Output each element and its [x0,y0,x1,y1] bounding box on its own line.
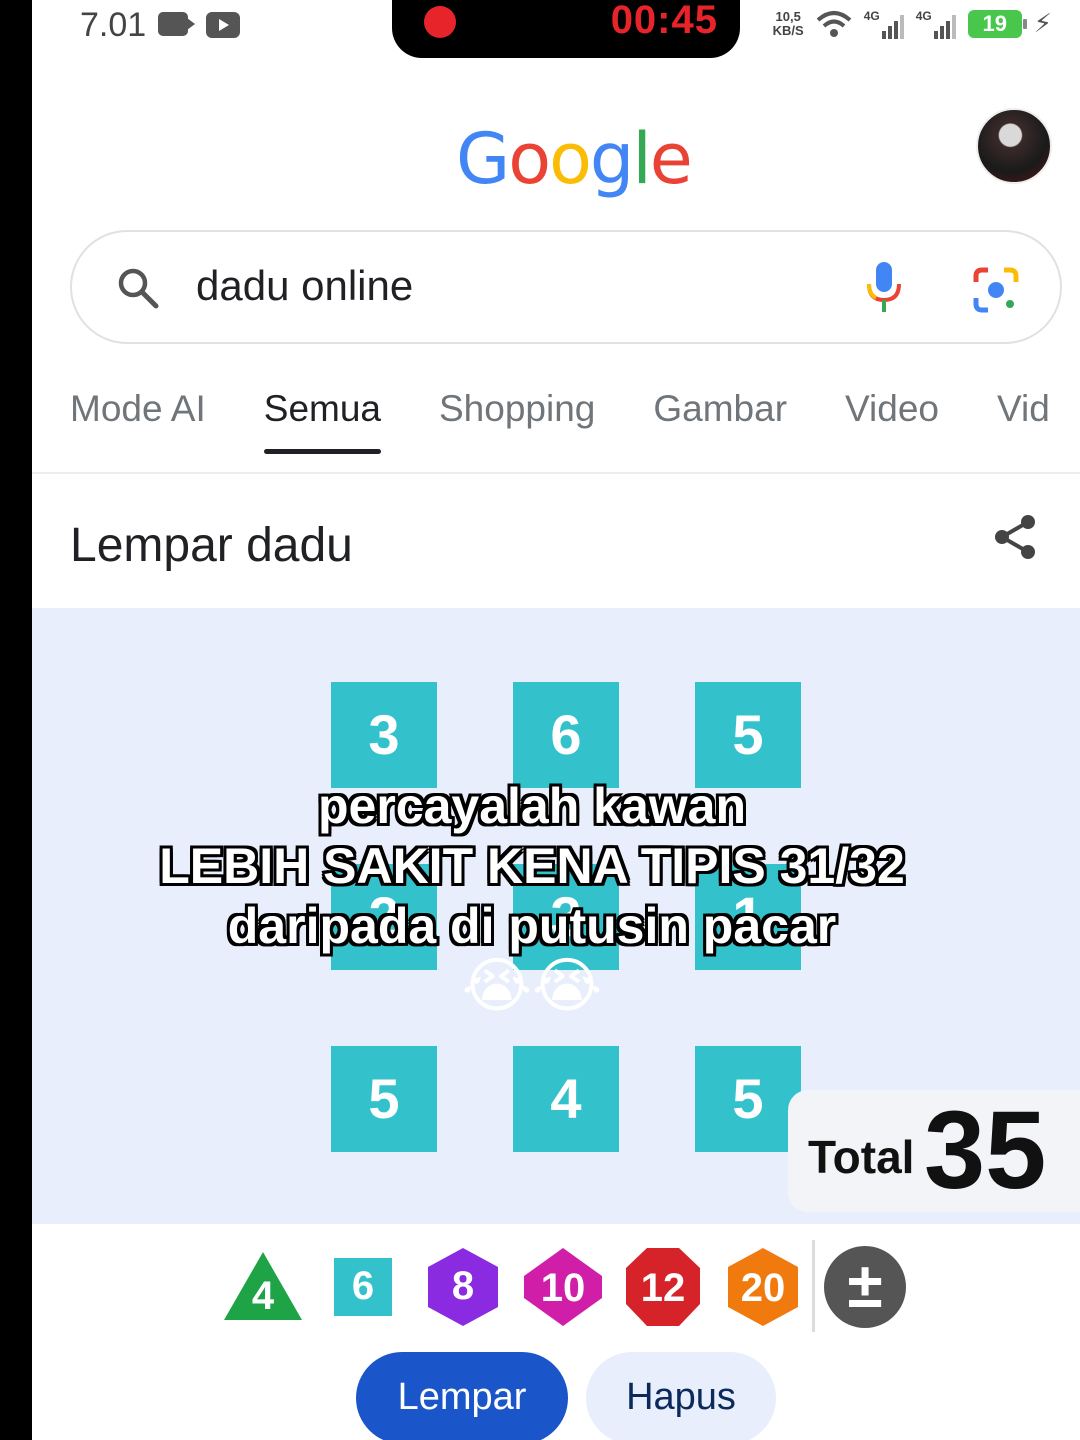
crying-emoji: 😭😭 [461,952,603,1019]
recording-dot-icon [424,6,456,38]
signal-icon-1: 4G [864,9,904,39]
total-value: 35 [924,1089,1047,1212]
tab-vid-truncated[interactable]: Vid [997,388,1050,444]
add-d6-button[interactable]: 6 [322,1248,404,1330]
network-speed-unit: KB/S [772,22,804,38]
tab-semua[interactable]: Semua [263,388,382,454]
recording-timer: 00:45 [610,0,718,42]
die-result[interactable]: 5 [695,682,801,788]
status-right-icons: 10,5 KB/S 4G 4G 19 ⚡ [773,8,1052,39]
battery-icon: 19 [967,9,1027,38]
charging-icon: ⚡ [1033,8,1052,38]
add-d4-button[interactable]: 4 [222,1248,304,1330]
d4-label: 4 [251,1274,275,1318]
d8-label: 8 [451,1264,475,1308]
tab-shopping[interactable]: Shopping [439,388,595,444]
tab-gambar[interactable]: Gambar [653,388,787,444]
card-title: Lempar dadu [70,519,353,572]
signal-2-label: 4G [915,8,932,23]
die-result[interactable]: 5 [695,1046,801,1152]
d6-label: 6 [351,1264,375,1308]
search-input[interactable]: dadu online [196,262,413,310]
wifi-icon [816,10,852,37]
logo-letter: G [456,118,510,200]
tab-video[interactable]: Video [845,388,939,444]
die-result[interactable]: 5 [331,1046,437,1152]
network-speed: 10,5 KB/S [772,8,804,38]
logo-letter: o [508,118,551,200]
signal-1-label: 4G [863,8,880,23]
d10-label: 10 [540,1266,586,1310]
video-caption-overlay: percayalah kawan LEBIH SAKIT KENA TIPIS … [32,776,1032,1016]
share-icon[interactable] [990,512,1040,562]
die-result[interactable]: 4 [513,1046,619,1152]
logo-letter: g [589,118,634,200]
selector-divider [812,1240,815,1332]
logo-letter: e [649,118,693,200]
logo-letter: o [549,118,592,200]
screen-recording-pill[interactable]: 00:45 [392,0,740,58]
clear-button[interactable]: Hapus [586,1352,776,1440]
d20-label: 20 [740,1266,786,1310]
add-d8-button[interactable]: 8 [422,1246,504,1328]
microphone-icon[interactable] [864,260,904,316]
caption-line: percayalah kawan [317,778,747,834]
add-d10-button[interactable]: 10 [522,1246,604,1328]
add-d20-button[interactable]: 20 [722,1246,804,1328]
google-lens-icon[interactable] [972,266,1020,314]
status-time: 7.01 [80,6,147,44]
network-speed-value: 10,5 [775,8,801,24]
account-avatar[interactable] [976,108,1052,184]
signal-icon-2: 4G [916,9,956,39]
youtube-icon [206,12,240,38]
caption-line: daripada di putusin pacar [227,898,837,954]
roll-button[interactable]: Lempar [356,1352,568,1440]
total-label: Total [808,1131,915,1183]
video-camera-icon [158,12,195,36]
caption-line: LEBIH SAKIT KENA TIPIS 31/32 [159,838,905,894]
die-result[interactable]: 6 [513,682,619,788]
total-panel: Total 35 [788,1090,1080,1212]
logo-letter: l [632,118,652,200]
tabs-divider [32,472,1080,474]
google-logo[interactable]: Google [456,118,693,200]
tab-mode-ai[interactable]: Mode AI [70,388,206,444]
status-notification-icons [158,12,240,38]
phone-screen: 7.01 00:45 10,5 KB/S 4G 4G 19 ⚡ Google d… [32,0,1080,1440]
search-tabs: Mode AI Semua Shopping Gambar Video Vid [70,388,1080,454]
custom-die-button[interactable]: ± [824,1246,906,1328]
search-box[interactable]: dadu online [70,230,1062,344]
search-icon [118,268,159,309]
dice-type-selector: 4 6 8 10 12 20 ± [32,1240,1080,1340]
d12-label: 12 [640,1266,686,1310]
add-d12-button[interactable]: 12 [622,1246,704,1328]
die-result[interactable]: 3 [331,682,437,788]
